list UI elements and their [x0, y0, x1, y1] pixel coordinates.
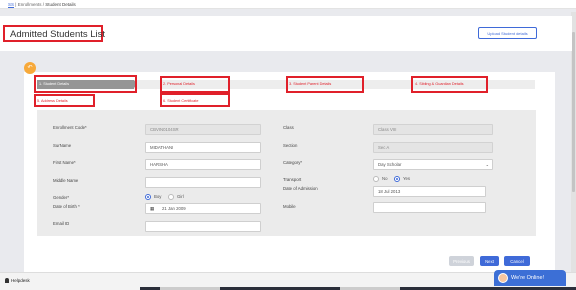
user-icon: [5, 278, 9, 283]
middle-name-label: Middle Name: [53, 178, 79, 183]
previous-button[interactable]: Previous: [449, 256, 474, 266]
highlight-box: [34, 94, 95, 107]
breadcrumb-home-link[interactable]: SS: [8, 2, 14, 7]
top-bar: SS | Enrollments / Student Details: [0, 0, 576, 9]
highlight-box: [160, 76, 230, 93]
section-field: Sec A: [373, 142, 493, 153]
chat-widget[interactable]: We're Online!: [494, 270, 566, 286]
header-card: Admitted Students List Upload Student de…: [0, 16, 572, 51]
radio-selected-icon: [394, 176, 400, 182]
upload-student-details-button[interactable]: Upload Student details: [478, 27, 537, 39]
section-label: Section: [283, 143, 298, 148]
transport-no-label: No: [382, 176, 388, 182]
gender-boy-radio[interactable]: Boy: [145, 194, 161, 200]
gender-boy-label: Boy: [154, 194, 162, 200]
admission-date-input[interactable]: 18 Jul 2013: [373, 186, 486, 197]
highlight-box: [411, 76, 488, 93]
enrollment-code-field: CBVIN0104SR: [145, 124, 261, 135]
mobile-input[interactable]: [373, 202, 486, 213]
class-field: Class VIII: [373, 124, 493, 135]
radio-unselected-icon: [373, 176, 379, 182]
class-label: Class: [283, 125, 294, 130]
helpdesk-link[interactable]: Helpdesk: [11, 278, 30, 283]
page-title: Admitted Students List: [3, 25, 105, 42]
page-scrollbar[interactable]: [571, 12, 576, 272]
transport-label: Transport: [283, 177, 302, 182]
breadcrumb-separator: /: [42, 2, 45, 7]
chat-status-label: We're Online!: [511, 275, 545, 281]
mobile-label: Mobile: [283, 204, 296, 209]
gender-girl-radio[interactable]: Girl: [168, 194, 184, 200]
transport-yes-label: Yes: [403, 176, 411, 182]
first-name-label: First Name*: [53, 160, 76, 165]
dob-label: Date of Birth *: [53, 204, 80, 209]
cancel-button[interactable]: Cancel: [504, 256, 530, 266]
email-input[interactable]: [145, 221, 261, 232]
transport-yes-radio[interactable]: Yes: [394, 176, 410, 182]
gender-girl-label: Girl: [177, 194, 184, 200]
radio-unselected-icon: [168, 194, 174, 200]
dob-input[interactable]: ▦ 21 Jan 2009: [145, 203, 261, 214]
next-button[interactable]: Next: [480, 256, 499, 266]
first-name-input[interactable]: HARSHA: [145, 159, 261, 170]
email-label: Email ID: [53, 221, 70, 226]
breadcrumb-separator: |: [15, 2, 17, 7]
surname-label: SurName: [53, 143, 72, 148]
surname-input[interactable]: MIDATHANI: [145, 142, 261, 153]
radio-selected-icon: [145, 194, 151, 200]
middle-name-input[interactable]: [145, 177, 261, 188]
category-label: Category*: [283, 160, 303, 165]
arrow-left-icon: ↶: [27, 65, 33, 71]
highlight-box: [160, 93, 230, 107]
highlight-box: [34, 75, 137, 93]
highlight-box: [286, 76, 364, 93]
dob-value: 21 Jan 2009: [162, 206, 186, 211]
category-value: Day Scholar: [378, 162, 402, 167]
back-button[interactable]: ↶: [24, 62, 36, 74]
transport-no-radio[interactable]: No: [373, 176, 388, 182]
calendar-icon: ▦: [150, 206, 155, 211]
breadcrumb-enrollments-link[interactable]: Enrollments: [18, 2, 42, 7]
admission-date-label: Date of Admission: [283, 186, 318, 191]
chat-avatar-icon: [498, 273, 508, 283]
chevron-down-icon: ⌄: [485, 162, 489, 167]
scrollbar-thumb[interactable]: [572, 32, 575, 192]
enrollment-code-label: Enrollment Code*: [53, 125, 87, 130]
gender-label: Gender*: [53, 195, 70, 200]
breadcrumb-current: Student Details: [45, 2, 76, 7]
category-select[interactable]: Day Scholar ⌄: [373, 159, 493, 170]
breadcrumb: SS | Enrollments / Student Details: [8, 2, 76, 7]
